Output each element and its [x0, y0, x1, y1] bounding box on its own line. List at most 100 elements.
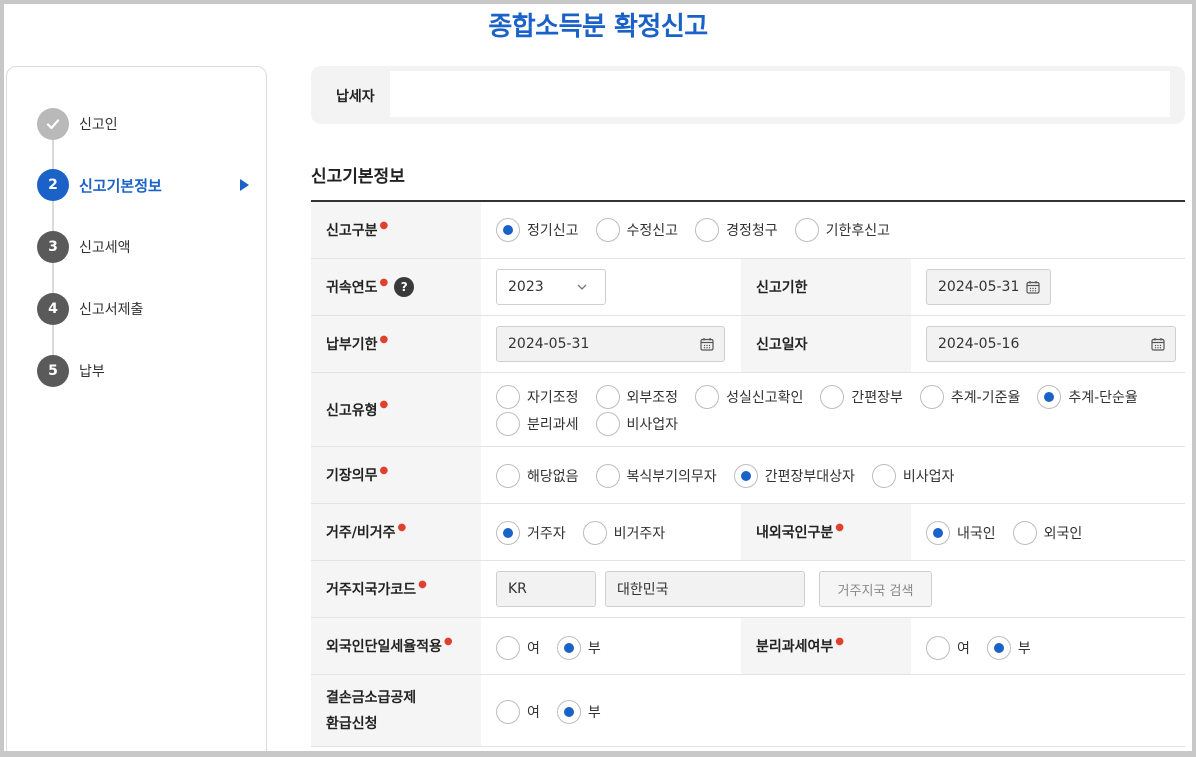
radio-estimate-simple[interactable]: 추계-단순율 — [1037, 384, 1138, 410]
radio-circle[interactable] — [595, 464, 620, 488]
country-name-field: 대한민국 — [605, 571, 805, 607]
radio-circle[interactable] — [496, 218, 520, 242]
radio-circle[interactable] — [986, 636, 1011, 660]
step-label: 신고인 — [79, 117, 118, 133]
radio-faithful-confirm[interactable]: 성실신고확인 — [695, 384, 803, 410]
radio-circle[interactable] — [1037, 385, 1062, 409]
radio-self-adjust[interactable]: 자기조정 — [496, 384, 579, 410]
calendar-icon[interactable] — [1151, 337, 1165, 351]
section-title: 신고기본정보 — [311, 167, 405, 187]
radio-circle[interactable] — [695, 218, 720, 242]
row-loss-refund: 결손금소급공제 환급신청 여 부 — [311, 675, 1185, 747]
step-number: 5 — [37, 355, 69, 387]
radio-circle[interactable] — [556, 700, 581, 724]
row-flat-tax: 외국인단일세율적용 ● 여 부 분리과세여부 ● 여 부 — [311, 618, 1185, 675]
report-kind-options: 자기조정 외부조정 성실신고확인 간편장부 추계-기준율 추계-단순율 분리과세… — [496, 384, 1176, 437]
radio-non-business[interactable]: 비사업자 — [595, 411, 678, 437]
residency-options: 거주자 비거주자 — [496, 520, 682, 546]
row-bookkeeping: 기장의무 ● 해당없음 복식부기의무자 간편장부대상자 비사업자 — [311, 447, 1185, 504]
taxpayer-box: 납세자 — [311, 66, 1185, 124]
radio-yes[interactable]: 여 — [496, 699, 540, 725]
report-date-label: 신고일자 — [741, 316, 911, 372]
step-label: 납부 — [79, 364, 105, 380]
report-type-label: 신고구분 ● — [311, 202, 481, 258]
radio-yes[interactable]: 여 — [926, 635, 970, 661]
report-kind-label: 신고유형 ● — [311, 373, 481, 446]
report-date-field[interactable]: 2024-05-16 — [926, 326, 1176, 362]
row-pay-deadline: 납부기한 ● 2024-05-31 신고일자 2024-05-16 — [311, 316, 1185, 373]
bookkeeping-label: 기장의무 ● — [311, 447, 481, 503]
radio-non-resident[interactable]: 비거주자 — [582, 520, 665, 546]
radio-circle[interactable] — [794, 218, 819, 242]
radio-external-adjust[interactable]: 외부조정 — [595, 384, 678, 410]
radio-non-business[interactable]: 비사업자 — [871, 463, 954, 489]
radio-regular[interactable]: 정기신고 — [496, 217, 579, 243]
radio-circle[interactable] — [926, 521, 950, 545]
radio-domestic[interactable]: 내국인 — [926, 520, 996, 546]
radio-circle[interactable] — [496, 700, 520, 724]
radio-circle[interactable] — [926, 636, 950, 660]
radio-no[interactable]: 부 — [556, 635, 601, 661]
step-reporter[interactable]: 신고인 — [37, 108, 257, 140]
radio-circle[interactable] — [496, 464, 520, 488]
radio-none[interactable]: 해당없음 — [496, 463, 579, 489]
radio-circle[interactable] — [556, 636, 581, 660]
step-label: 신고서제출 — [79, 302, 144, 318]
report-type-options: 정기신고 수정신고 경정청구 기한후신고 — [496, 217, 907, 243]
radio-circle[interactable] — [871, 464, 896, 488]
radio-circle[interactable] — [1012, 521, 1037, 545]
pay-deadline-field[interactable]: 2024-05-31 — [496, 326, 725, 362]
chevron-down-icon — [577, 284, 587, 290]
radio-simple-target[interactable]: 간편장부대상자 — [733, 463, 855, 489]
step-number: 4 — [37, 293, 69, 325]
radio-circle[interactable] — [582, 521, 607, 545]
radio-circle[interactable] — [733, 464, 758, 488]
radio-circle[interactable] — [496, 521, 520, 545]
loss-refund-options: 여 부 — [496, 699, 618, 725]
radio-circle[interactable] — [595, 218, 620, 242]
separate-tax-options: 여 부 — [926, 635, 1048, 661]
radio-circle[interactable] — [496, 636, 520, 660]
row-year: 귀속연도 ● ? 2023 신고기한 2024-05-31 — [311, 259, 1185, 316]
bookkeeping-options: 해당없음 복식부기의무자 간편장부대상자 비사업자 — [496, 463, 971, 489]
calendar-icon[interactable] — [700, 337, 714, 351]
radio-foreign[interactable]: 외국인 — [1012, 520, 1082, 546]
country-search-button[interactable]: 거주지국 검색 — [819, 571, 932, 607]
radio-circle[interactable] — [695, 385, 720, 409]
taxpayer-label: 납세자 — [336, 89, 375, 105]
separate-tax-label: 분리과세여부 ● — [741, 618, 911, 674]
radio-simple-book[interactable]: 간편장부 — [820, 384, 903, 410]
radio-separate-tax[interactable]: 분리과세 — [496, 411, 579, 437]
step-number: 2 — [37, 169, 69, 201]
country-label: 거주지국가코드 ● — [311, 561, 481, 617]
radio-circle[interactable] — [919, 385, 944, 409]
deadline-field: 2024-05-31 — [926, 269, 1051, 305]
step-payment[interactable]: 5 납부 — [37, 355, 257, 387]
radio-no[interactable]: 부 — [556, 699, 601, 725]
step-label: 신고기본정보 — [79, 176, 162, 195]
country-code-field: KR — [496, 571, 596, 607]
radio-circle[interactable] — [595, 412, 620, 436]
radio-circle[interactable] — [595, 385, 620, 409]
step-tax-amount[interactable]: 3 신고세액 — [37, 231, 257, 263]
radio-correction[interactable]: 경정청구 — [695, 217, 778, 243]
help-icon[interactable]: ? — [394, 277, 415, 297]
radio-estimate-standard[interactable]: 추계-기준율 — [919, 384, 1020, 410]
step-submit[interactable]: 4 신고서제출 — [37, 293, 257, 325]
radio-late[interactable]: 기한후신고 — [794, 217, 890, 243]
year-select[interactable]: 2023 — [496, 269, 606, 305]
foreign-flat-tax-label: 외국인단일세율적용 ● — [311, 618, 481, 674]
radio-circle[interactable] — [820, 385, 845, 409]
radio-no[interactable]: 부 — [986, 635, 1031, 661]
current-step-arrow-icon — [240, 179, 249, 191]
radio-resident[interactable]: 거주자 — [496, 520, 566, 546]
radio-circle[interactable] — [496, 412, 520, 436]
step-basic-info[interactable]: 2 신고기본정보 — [37, 169, 257, 201]
year-label: 귀속연도 ● ? — [311, 259, 481, 315]
calendar-icon — [1026, 281, 1040, 294]
radio-yes[interactable]: 여 — [496, 635, 540, 661]
radio-circle[interactable] — [496, 385, 520, 409]
radio-double-entry[interactable]: 복식부기의무자 — [595, 463, 717, 489]
radio-amended[interactable]: 수정신고 — [595, 217, 678, 243]
row-residency: 거주/비거주 ● 거주자 비거주자 내외국인구분 ● 내국인 외국인 — [311, 504, 1185, 561]
